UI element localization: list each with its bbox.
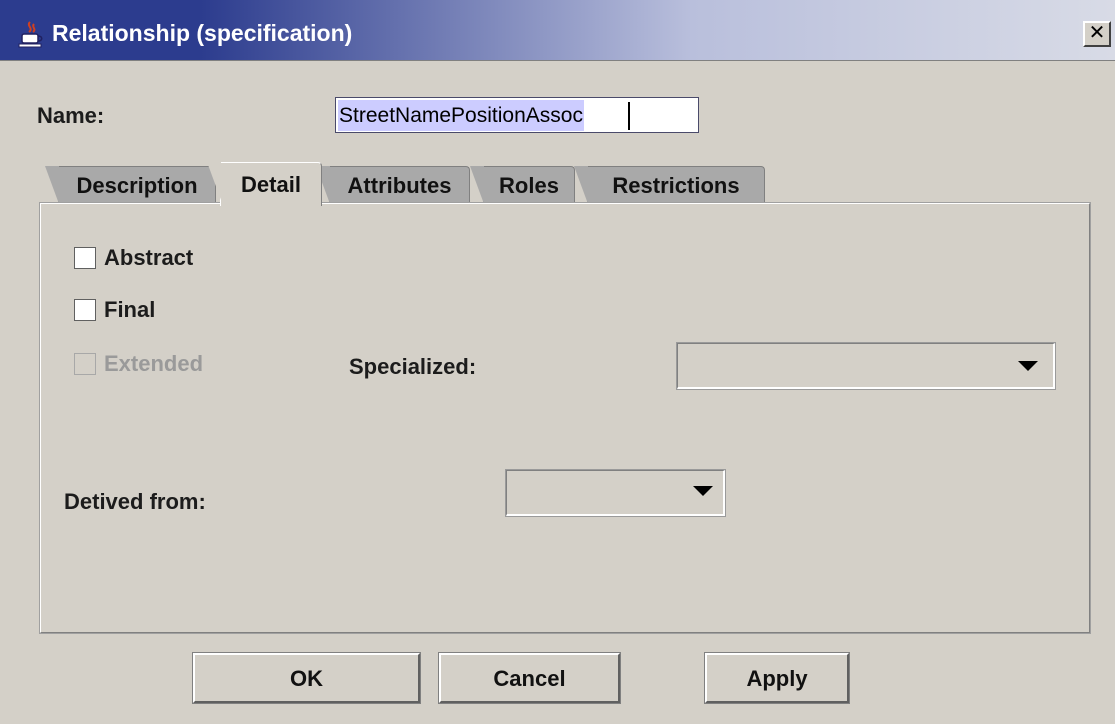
cancel-button[interactable]: Cancel	[438, 652, 621, 704]
tab-label: Detail	[241, 172, 301, 197]
tab-label: Description	[76, 173, 198, 198]
tab-label: Attributes	[347, 173, 452, 198]
derived-from-label: Detived from:	[64, 489, 206, 514]
name-field-value: StreetNamePositionAssoc	[338, 100, 584, 131]
final-checkbox[interactable]	[74, 299, 96, 321]
text-caret	[628, 102, 630, 130]
window-title: Relationship (specification)	[52, 20, 353, 46]
apply-button[interactable]: Apply	[704, 652, 850, 704]
specialized-label: Specialized:	[349, 354, 477, 379]
tab-roles[interactable]: Roles	[470, 166, 575, 204]
tab-label: Restrictions	[612, 173, 740, 198]
name-field[interactable]: StreetNamePositionAssoc	[335, 97, 699, 133]
abstract-checkbox[interactable]	[74, 247, 96, 269]
chevron-down-icon[interactable]	[693, 486, 713, 496]
title-bar: Relationship (specification) ✕	[0, 0, 1115, 61]
specialized-dropdown[interactable]	[676, 342, 1056, 390]
close-icon: ✕	[1088, 22, 1106, 44]
tab-detail[interactable]: Detail	[207, 162, 322, 206]
derived-from-dropdown[interactable]	[505, 469, 726, 517]
extended-checkbox[interactable]	[74, 353, 96, 375]
extended-label: Extended	[104, 351, 204, 376]
tab-restrictions[interactable]: Restrictions	[574, 166, 765, 204]
ok-button[interactable]: OK	[192, 652, 421, 704]
detail-panel	[39, 202, 1091, 634]
tab-label: Roles	[499, 173, 559, 198]
java-cup-icon	[18, 21, 43, 48]
close-button[interactable]: ✕	[1083, 21, 1111, 47]
tab-attributes[interactable]: Attributes	[316, 166, 470, 204]
chevron-down-icon[interactable]	[1018, 361, 1038, 371]
name-label: Name:	[37, 103, 105, 128]
abstract-label: Abstract	[104, 245, 194, 270]
final-label: Final	[104, 297, 156, 322]
tab-description[interactable]: Description	[45, 166, 216, 204]
